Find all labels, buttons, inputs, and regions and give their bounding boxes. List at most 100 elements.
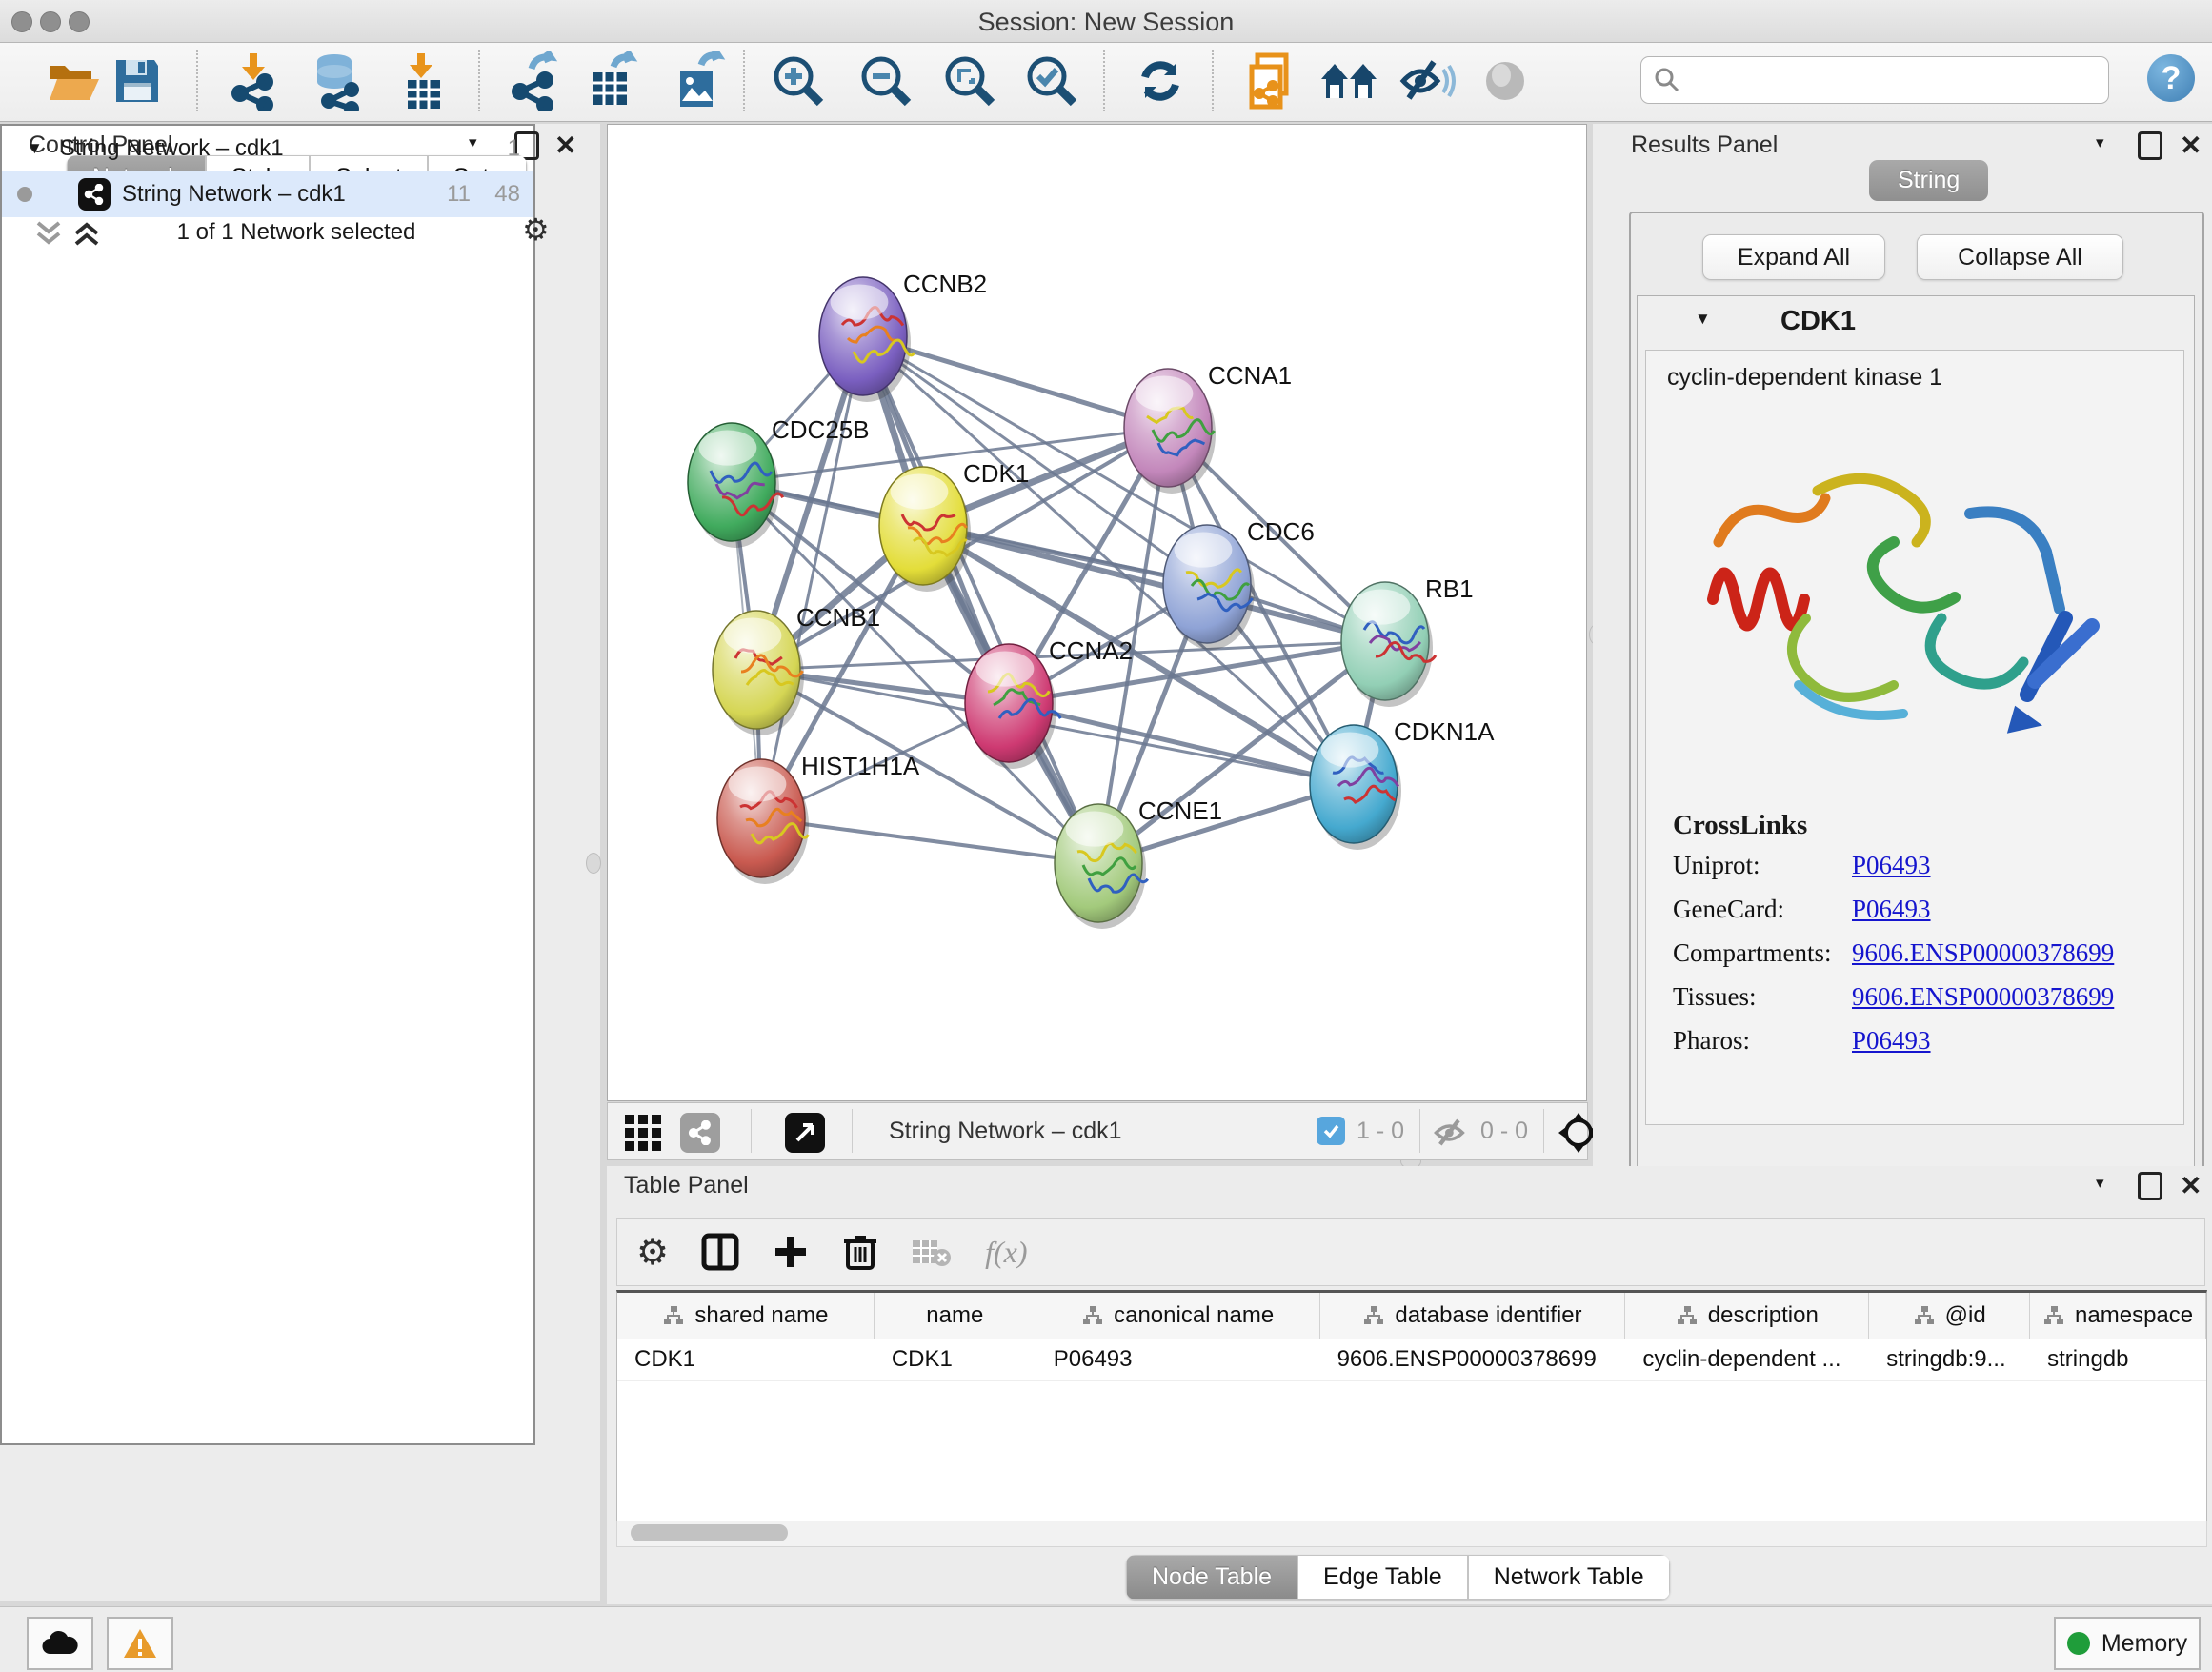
table-row[interactable]: CDK1CDK1P064939606.ENSP00000378699cyclin…	[617, 1339, 2206, 1381]
column-header-label: description	[1708, 1302, 1819, 1329]
network-node-CCNB2[interactable]: CCNB2	[819, 270, 987, 402]
panel-menu-icon[interactable]: ▾	[2096, 133, 2104, 152]
network-edge[interactable]	[863, 336, 1098, 863]
table-horizontal-scrollbar[interactable]	[616, 1521, 2207, 1547]
tab-edge-table[interactable]: Edge Table	[1297, 1555, 1468, 1600]
crosslink-compartments-link[interactable]: 9606.ENSP00000378699	[1852, 938, 2114, 968]
network-node-CCNB1[interactable]: CCNB1	[713, 603, 880, 735]
crosslink-tissues-link[interactable]: 9606.ENSP00000378699	[1852, 982, 2114, 1012]
delete-column-trash-icon[interactable]	[842, 1232, 878, 1272]
search-field[interactable]	[1640, 56, 2109, 104]
collapse-all-button[interactable]: Collapse All	[1917, 234, 2123, 280]
crosslink-uniprot-link[interactable]: P06493	[1852, 851, 1931, 880]
function-builder-icon[interactable]: f(x)	[985, 1235, 1027, 1270]
import-network-database-button[interactable]	[307, 49, 368, 113]
table-cell[interactable]: P06493	[1036, 1339, 1320, 1380]
crosslink-pharos-link[interactable]: P06493	[1852, 1026, 1931, 1056]
network-node-HIST1H1A[interactable]: HIST1H1A	[717, 752, 920, 884]
node-label: CDKN1A	[1394, 717, 1495, 746]
cloud-status-button[interactable]	[27, 1617, 93, 1670]
network-node-CCNE1[interactable]: CCNE1	[1055, 796, 1222, 929]
zoom-selected-button[interactable]	[1021, 49, 1082, 113]
selected-checkbox-icon[interactable]	[1317, 1117, 1345, 1145]
table-cell[interactable]: cyclin-dependent ...	[1625, 1339, 1869, 1380]
zoom-in-button[interactable]	[768, 49, 829, 113]
birdseye-grid-icon[interactable]	[625, 1115, 663, 1151]
network-view-canvas[interactable]: CCNB2CCNA1CDC25BCDK1CDC6RB1CCNB1CCNA2CDK…	[607, 124, 1587, 1101]
string-badge-icon[interactable]	[680, 1113, 720, 1153]
tab-string[interactable]: String	[1869, 160, 1988, 201]
network-node-CCNA1[interactable]: CCNA1	[1124, 361, 1292, 494]
results-panel: Results Panel ▾ ✕ String Expand All Coll…	[1593, 124, 2212, 1191]
network-edge[interactable]	[761, 818, 1098, 863]
crosslink-row: GeneCard: P06493	[1646, 895, 2183, 938]
float-panel-icon[interactable]	[2138, 1172, 2162, 1200]
help-button[interactable]: ?	[2147, 54, 2195, 102]
network-row[interactable]: String Network – cdk1 11 48	[2, 171, 533, 217]
column-header-namespace[interactable]: namespace	[2030, 1293, 2206, 1339]
close-panel-icon[interactable]: ✕	[554, 130, 576, 161]
tab-network-table[interactable]: Network Table	[1468, 1555, 1670, 1600]
open-session-button[interactable]	[42, 49, 103, 113]
table-cell[interactable]: CDK1	[617, 1339, 875, 1380]
network-edge[interactable]	[761, 336, 863, 818]
network-node-CDKN1A[interactable]: CDKN1A	[1310, 717, 1495, 850]
add-column-icon[interactable]	[772, 1233, 810, 1271]
scrollbar-thumb[interactable]	[631, 1524, 788, 1541]
node-table[interactable]: shared namenamecanonical namedatabase id…	[616, 1290, 2207, 1521]
column-header-database-identifier[interactable]: database identifier	[1320, 1293, 1626, 1339]
network-node-CDC25B[interactable]: CDC25B	[688, 415, 870, 548]
open-clipboard-button[interactable]	[1240, 49, 1301, 113]
column-header-name[interactable]: name	[875, 1293, 1036, 1339]
column-header--id[interactable]: @id	[1869, 1293, 2030, 1339]
zoom-fit-button[interactable]	[939, 49, 1000, 113]
crosslink-label: Compartments:	[1673, 938, 1831, 968]
hidden-eye-slash-icon[interactable]	[1433, 1117, 1471, 1149]
network-node-RB1[interactable]: RB1	[1341, 574, 1474, 707]
search-input[interactable]	[1689, 66, 2108, 94]
close-panel-icon[interactable]: ✕	[2180, 130, 2202, 161]
network-view-title: String Network – cdk1	[889, 1118, 1122, 1145]
export-image-button[interactable]	[669, 49, 730, 113]
table-cell[interactable]: stringdb:9...	[1869, 1339, 2030, 1380]
delete-table-icon[interactable]	[911, 1235, 953, 1269]
show-graphics-button[interactable]	[1475, 49, 1536, 113]
collection-expand-icon[interactable]: ▼	[27, 139, 43, 158]
expand-all-button[interactable]: Expand All	[1702, 234, 1885, 280]
table-cell[interactable]: CDK1	[875, 1339, 1036, 1380]
save-session-button[interactable]	[107, 49, 168, 113]
string-network-graph[interactable]: CCNB2CCNA1CDC25BCDK1CDC6RB1CCNB1CCNA2CDK…	[608, 125, 1586, 1100]
hidden-counts: 0 - 0	[1480, 1118, 1528, 1145]
crosslink-genecard-link[interactable]: P06493	[1852, 895, 1931, 924]
vertical-splitter-handle[interactable]	[586, 853, 601, 874]
export-table-icon	[585, 51, 638, 111]
network-node-CDK1[interactable]: CDK1	[879, 459, 1029, 592]
close-panel-icon[interactable]: ✕	[2180, 1170, 2202, 1201]
export-table-button[interactable]	[581, 49, 642, 113]
column-header-canonical-name[interactable]: canonical name	[1036, 1293, 1320, 1339]
import-table-button[interactable]	[392, 49, 453, 113]
refresh-button[interactable]	[1130, 49, 1191, 113]
show-columns-icon[interactable]	[701, 1233, 739, 1271]
open-in-window-icon[interactable]	[785, 1113, 825, 1153]
table-cell[interactable]: stringdb	[2030, 1339, 2206, 1380]
table-options-gear-icon[interactable]: ⚙	[636, 1231, 669, 1274]
import-network-file-button[interactable]	[223, 49, 284, 113]
memory-button[interactable]: Memory	[2054, 1617, 2201, 1670]
zoom-out-button[interactable]	[855, 49, 916, 113]
hide-graphics-button[interactable]	[1397, 49, 1458, 113]
table-cell[interactable]: 9606.ENSP00000378699	[1320, 1339, 1626, 1380]
export-network-button[interactable]	[503, 49, 564, 113]
column-header-shared-name[interactable]: shared name	[617, 1293, 875, 1339]
column-header-description[interactable]: description	[1625, 1293, 1869, 1339]
section-collapse-icon[interactable]: ▼	[1695, 310, 1711, 329]
network-collection-row[interactable]: ▼ String Network – cdk1 1	[2, 126, 533, 171]
warnings-button[interactable]	[107, 1617, 173, 1670]
network-node-CDC6[interactable]: CDC6	[1163, 517, 1315, 650]
string-home-button[interactable]	[1318, 49, 1379, 113]
crosslink-label: Pharos:	[1673, 1026, 1750, 1056]
float-panel-icon[interactable]	[2138, 131, 2162, 160]
crosslink-label: GeneCard:	[1673, 895, 1784, 924]
tab-node-table[interactable]: Node Table	[1126, 1555, 1297, 1600]
panel-menu-icon[interactable]: ▾	[2096, 1174, 2104, 1193]
